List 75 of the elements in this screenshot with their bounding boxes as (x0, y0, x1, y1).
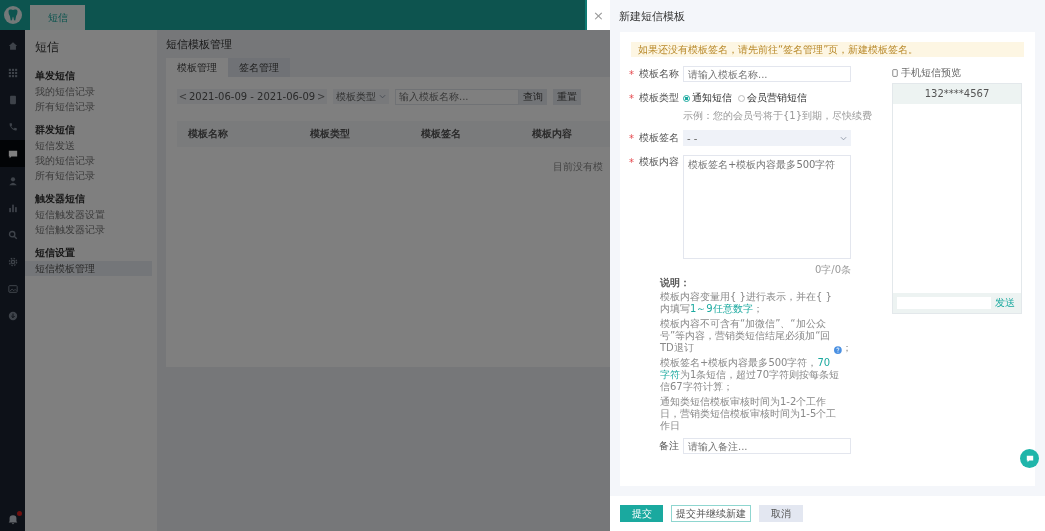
sidebar-heading: 单发短信 (34, 69, 76, 83)
submit-button[interactable]: 提交 (620, 505, 663, 522)
drawer-title: 新建短信模板 (619, 8, 685, 24)
grid-icon (7, 67, 18, 78)
column-header: 模板内容 (532, 127, 572, 141)
column-header: 模板类型 (310, 127, 351, 141)
document-icon (7, 94, 18, 105)
required-mark: * (629, 68, 634, 80)
caret-icon (840, 135, 847, 141)
submit-and-continue-button[interactable]: 提交并继续新建 (671, 505, 751, 522)
required-mark: * (629, 132, 634, 144)
date-range-text: 2021-06-09 - 2021-06-09 (189, 91, 316, 102)
top-tab[interactable]: 短信 (30, 5, 85, 30)
close-button[interactable]: × (585, 0, 610, 30)
content-textarea[interactable]: 模板签名+模板内容最多500字符 (683, 155, 851, 259)
radio-button[interactable] (683, 94, 690, 102)
sidebar-heading: 群发短信 (34, 123, 76, 137)
caret-icon (379, 94, 386, 99)
help-icon[interactable] (834, 346, 842, 354)
field-label: 模板名称 (639, 67, 679, 81)
radio-option[interactable]: 通知短信 (683, 91, 732, 105)
sidebar-item[interactable]: 短信发送 (25, 138, 152, 153)
chat-bubble-icon (7, 148, 18, 159)
notes-title: 说明： (660, 277, 691, 289)
note-text: 模板内容不可含有“加微信”、“加公众号”等内容，营销类短信结尾必须加“回TD退订 (660, 318, 832, 354)
search-icon (7, 229, 18, 240)
next-arrow[interactable]: > (315, 91, 328, 102)
sidebar-item[interactable]: 短信模板管理 (25, 261, 152, 276)
phone-icon (892, 68, 898, 77)
signature-select[interactable]: - - (683, 130, 851, 146)
field-label: 模板类型 (639, 91, 679, 105)
remark-field[interactable]: 请输入备注... (683, 438, 851, 454)
sidebar-title: 短信 (34, 39, 60, 56)
nav-button[interactable] (0, 140, 25, 167)
type-select[interactable]: 模板类型 (333, 89, 389, 104)
filter-button[interactable]: 重置 (553, 88, 581, 105)
page-title: 短信模板管理 (166, 37, 232, 53)
field-label: 备注 (659, 439, 679, 453)
cancel-button[interactable]: 取消 (759, 505, 803, 522)
template-name-field[interactable]: 请输入模板名称... (683, 66, 851, 82)
sidebar-heading: 短信设置 (34, 246, 76, 260)
character-counter: 0字/0条 (813, 263, 851, 277)
user-icon (7, 175, 18, 186)
filter-button[interactable]: 查询 (519, 88, 547, 105)
chat-bubble-icon (1025, 454, 1034, 463)
note-text: 通知类短信模板审核时间为1-2个工作日，营销类短信模板审核时间为1-5个工作日 (660, 396, 838, 432)
bar-chart-icon (7, 202, 18, 213)
tab[interactable]: 签名管理 (228, 58, 290, 77)
bell-icon[interactable] (6, 513, 19, 525)
previous-arrow[interactable]: < (177, 91, 189, 102)
phone-number: 132****4567 (893, 84, 1021, 104)
field-label: 模板签名 (639, 131, 679, 145)
required-mark: * (629, 92, 634, 104)
required-mark: * (629, 156, 634, 168)
send-link[interactable]: 发送 (995, 296, 1015, 310)
phone-icon (7, 121, 18, 132)
image-icon (7, 283, 18, 294)
field-label: 模板内容 (639, 155, 679, 169)
date-range-picker[interactable]: < 2021-06-09 - 2021-06-09 > (177, 89, 327, 104)
sidebar-heading: 触发器短信 (34, 192, 86, 206)
search-field[interactable]: 输入模板名称... (395, 88, 519, 105)
tooth-logo (3, 6, 22, 24)
note-text: 模板签名+模板内容最多500字符，70字符为1条短信，超过70字符则按每条短信67字符计算； (660, 357, 840, 393)
column-header: 模板名称 (188, 127, 229, 141)
note-text: 模板内容变量用{ }进行表示，并在{ }内填写1～9任意数字； (660, 291, 833, 315)
warning-alert: 如果还没有模板签名，请先前往“签名管理”页，新建模板签名。 (631, 42, 1024, 57)
note-punctuation: ； (842, 342, 852, 354)
home-icon (7, 40, 18, 51)
settings-icon (7, 256, 18, 267)
example-hint: 示例：您的会员号将于{1}到期，尽快续费 (683, 109, 873, 123)
radio-label: 通知短信 (692, 91, 732, 105)
column-header: 模板签名 (421, 127, 462, 141)
download-icon (7, 310, 18, 321)
preview-title: 手机短信预览 (901, 65, 961, 80)
tab[interactable]: 模板管理 (166, 58, 228, 77)
